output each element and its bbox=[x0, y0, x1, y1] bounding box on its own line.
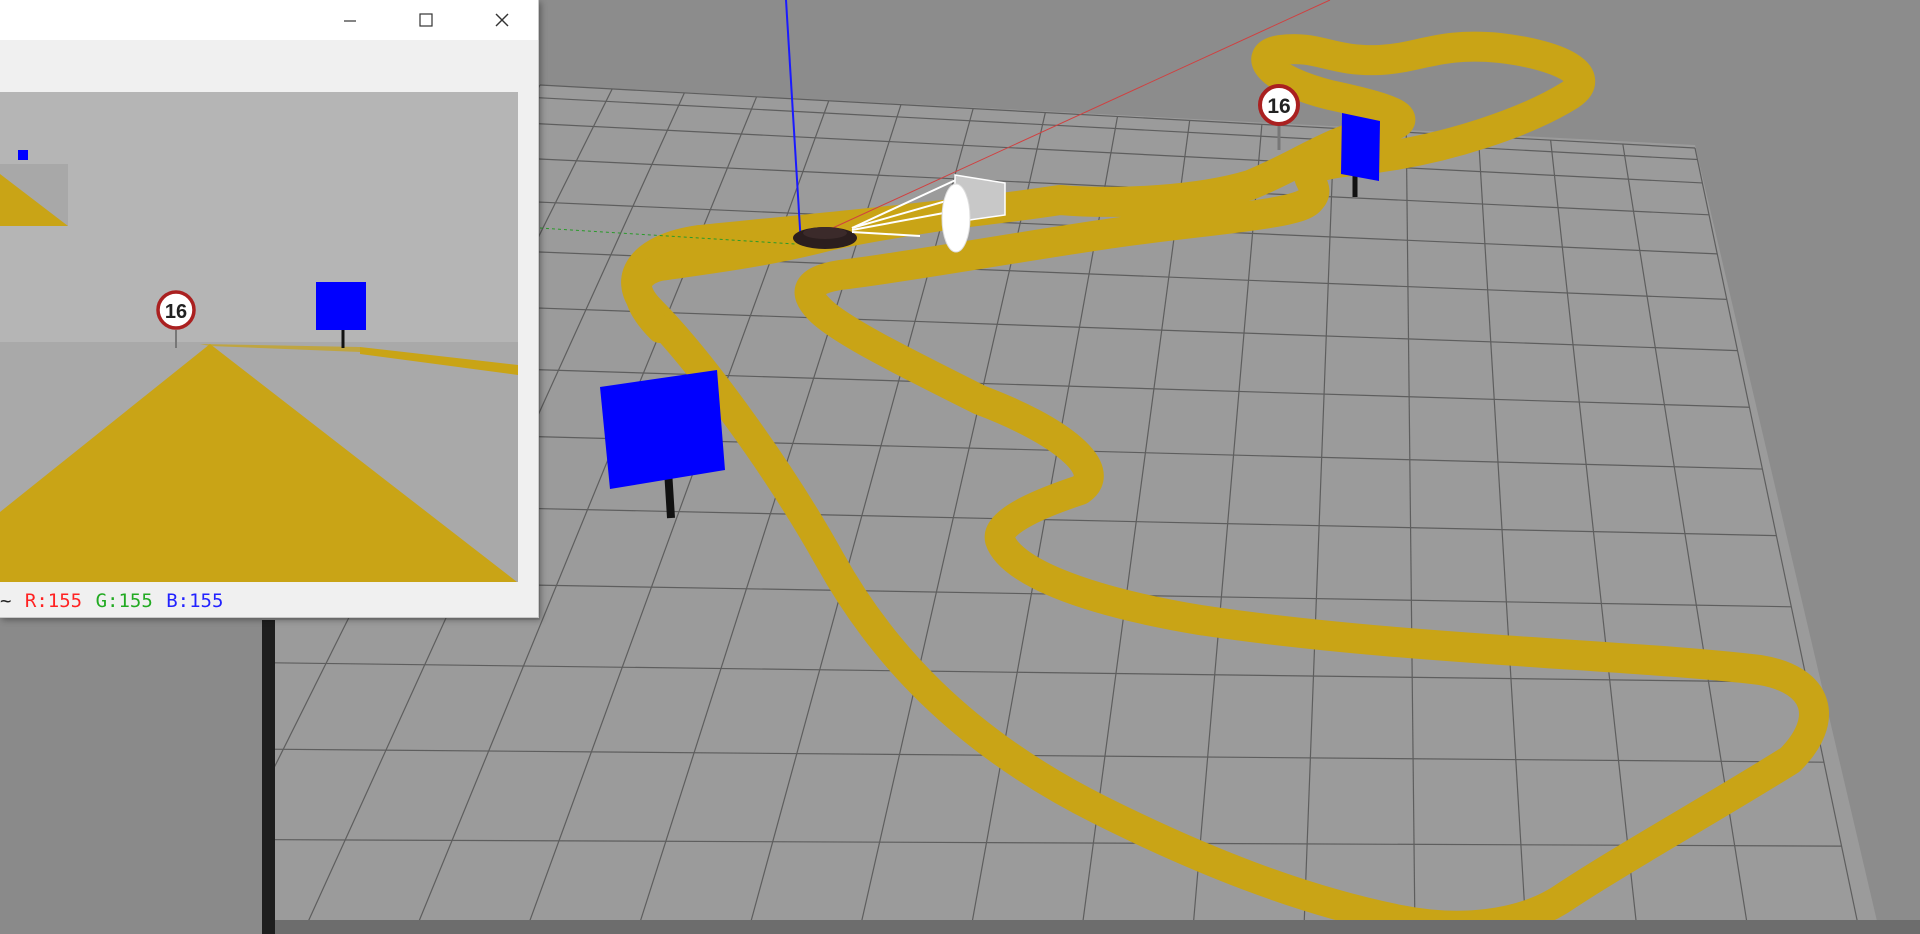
close-icon bbox=[495, 13, 509, 27]
minimize-button[interactable] bbox=[322, 0, 378, 40]
status-prefix: ~ bbox=[0, 590, 12, 612]
minimize-icon bbox=[344, 20, 356, 22]
maximize-icon bbox=[419, 13, 433, 27]
status-red-value: R:155 bbox=[24, 590, 83, 612]
close-button[interactable] bbox=[474, 0, 530, 40]
camera-speed-sign-label: 16 bbox=[165, 301, 187, 323]
window-titlebar[interactable] bbox=[0, 0, 538, 40]
camera-image[interactable]: 16 bbox=[0, 92, 518, 582]
left-panel bbox=[0, 617, 262, 934]
status-green-value: G:155 bbox=[95, 590, 153, 612]
pixel-status-bar: ~ R:155 G:155 B:155 bbox=[0, 588, 538, 614]
status-blue-value: B:155 bbox=[166, 590, 224, 612]
bottom-bar bbox=[275, 920, 1920, 934]
maximize-button[interactable] bbox=[398, 0, 454, 40]
speed-sign-far-label: 16 bbox=[1267, 95, 1290, 118]
window-toolbar bbox=[0, 40, 538, 90]
image-viewer-window[interactable]: 16 ~ R:155 G:155 B:155 bbox=[0, 0, 539, 618]
